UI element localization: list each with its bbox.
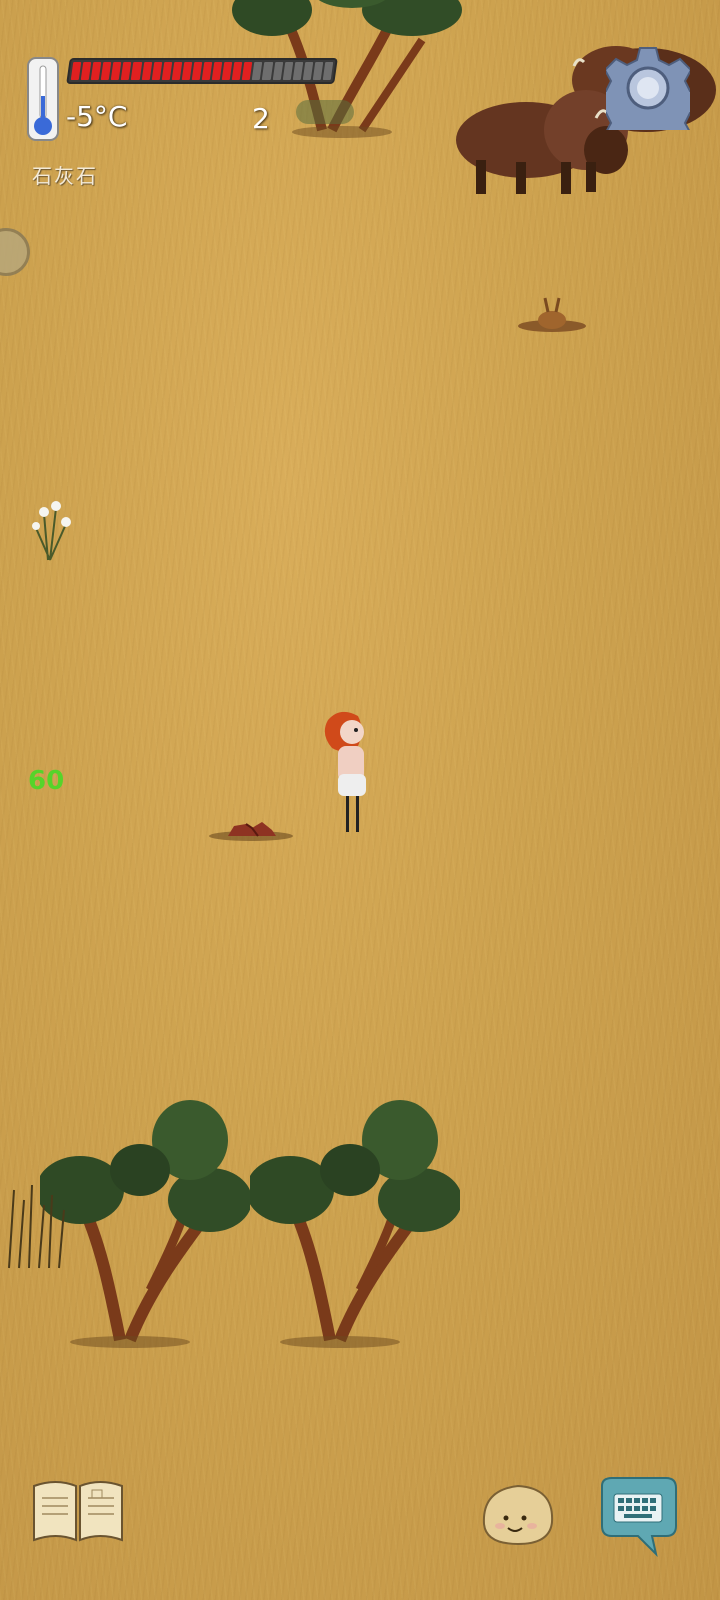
- health-segment-empty: [302, 62, 314, 80]
- health-segment-filled: [70, 62, 82, 80]
- health-segment-empty: [262, 62, 273, 80]
- health-bar: [66, 58, 338, 84]
- health-segment-filled: [90, 62, 102, 80]
- health-segment-filled: [161, 62, 173, 80]
- health-segment-filled: [201, 62, 213, 80]
- tree-right[interactable]: [250, 1090, 460, 1350]
- gear-icon[interactable]: [606, 46, 690, 130]
- health-segment-filled: [242, 62, 253, 80]
- wild-flowers[interactable]: [28, 488, 72, 562]
- health-segment-filled: [221, 62, 233, 80]
- level-counter: 2: [252, 102, 270, 135]
- keyboard-icon[interactable]: [594, 1476, 680, 1560]
- tall-grass[interactable]: [4, 1180, 84, 1270]
- health-segment-filled: [80, 62, 92, 80]
- fps-counter: 60: [28, 766, 65, 796]
- health-segment-empty: [322, 62, 334, 80]
- health-segment-empty: [282, 62, 293, 80]
- health-segment-filled: [151, 62, 162, 80]
- health-segment-empty: [312, 62, 324, 80]
- player-character[interactable]: [318, 710, 378, 836]
- limestone-pile[interactable]: [206, 812, 296, 844]
- health-segment-empty: [272, 62, 283, 80]
- thermometer-icon: [27, 57, 59, 141]
- health-segment-empty: [292, 62, 304, 80]
- xp-indicator: [296, 100, 354, 124]
- temperature-readout: -5°C: [66, 100, 128, 133]
- health-segment-filled: [181, 62, 193, 80]
- health-segment-filled: [131, 62, 142, 80]
- health-segment-filled: [141, 62, 152, 80]
- health-segment-filled: [211, 62, 223, 80]
- health-segment-filled: [111, 62, 122, 80]
- health-segment-filled: [231, 62, 243, 80]
- book-icon[interactable]: [30, 1476, 126, 1544]
- emote-face-icon[interactable]: [478, 1480, 558, 1548]
- health-segment-filled: [171, 62, 183, 80]
- rabbit-burrow[interactable]: [516, 296, 590, 336]
- game-world[interactable]: -5°C 2 石灰石 60: [0, 0, 720, 1600]
- health-segment-empty: [252, 62, 263, 80]
- health-segment-filled: [121, 62, 132, 80]
- held-item-label: 石灰石: [32, 164, 98, 188]
- compass-icon[interactable]: [0, 228, 30, 276]
- health-segment-filled: [100, 62, 112, 80]
- health-segment-filled: [191, 62, 203, 80]
